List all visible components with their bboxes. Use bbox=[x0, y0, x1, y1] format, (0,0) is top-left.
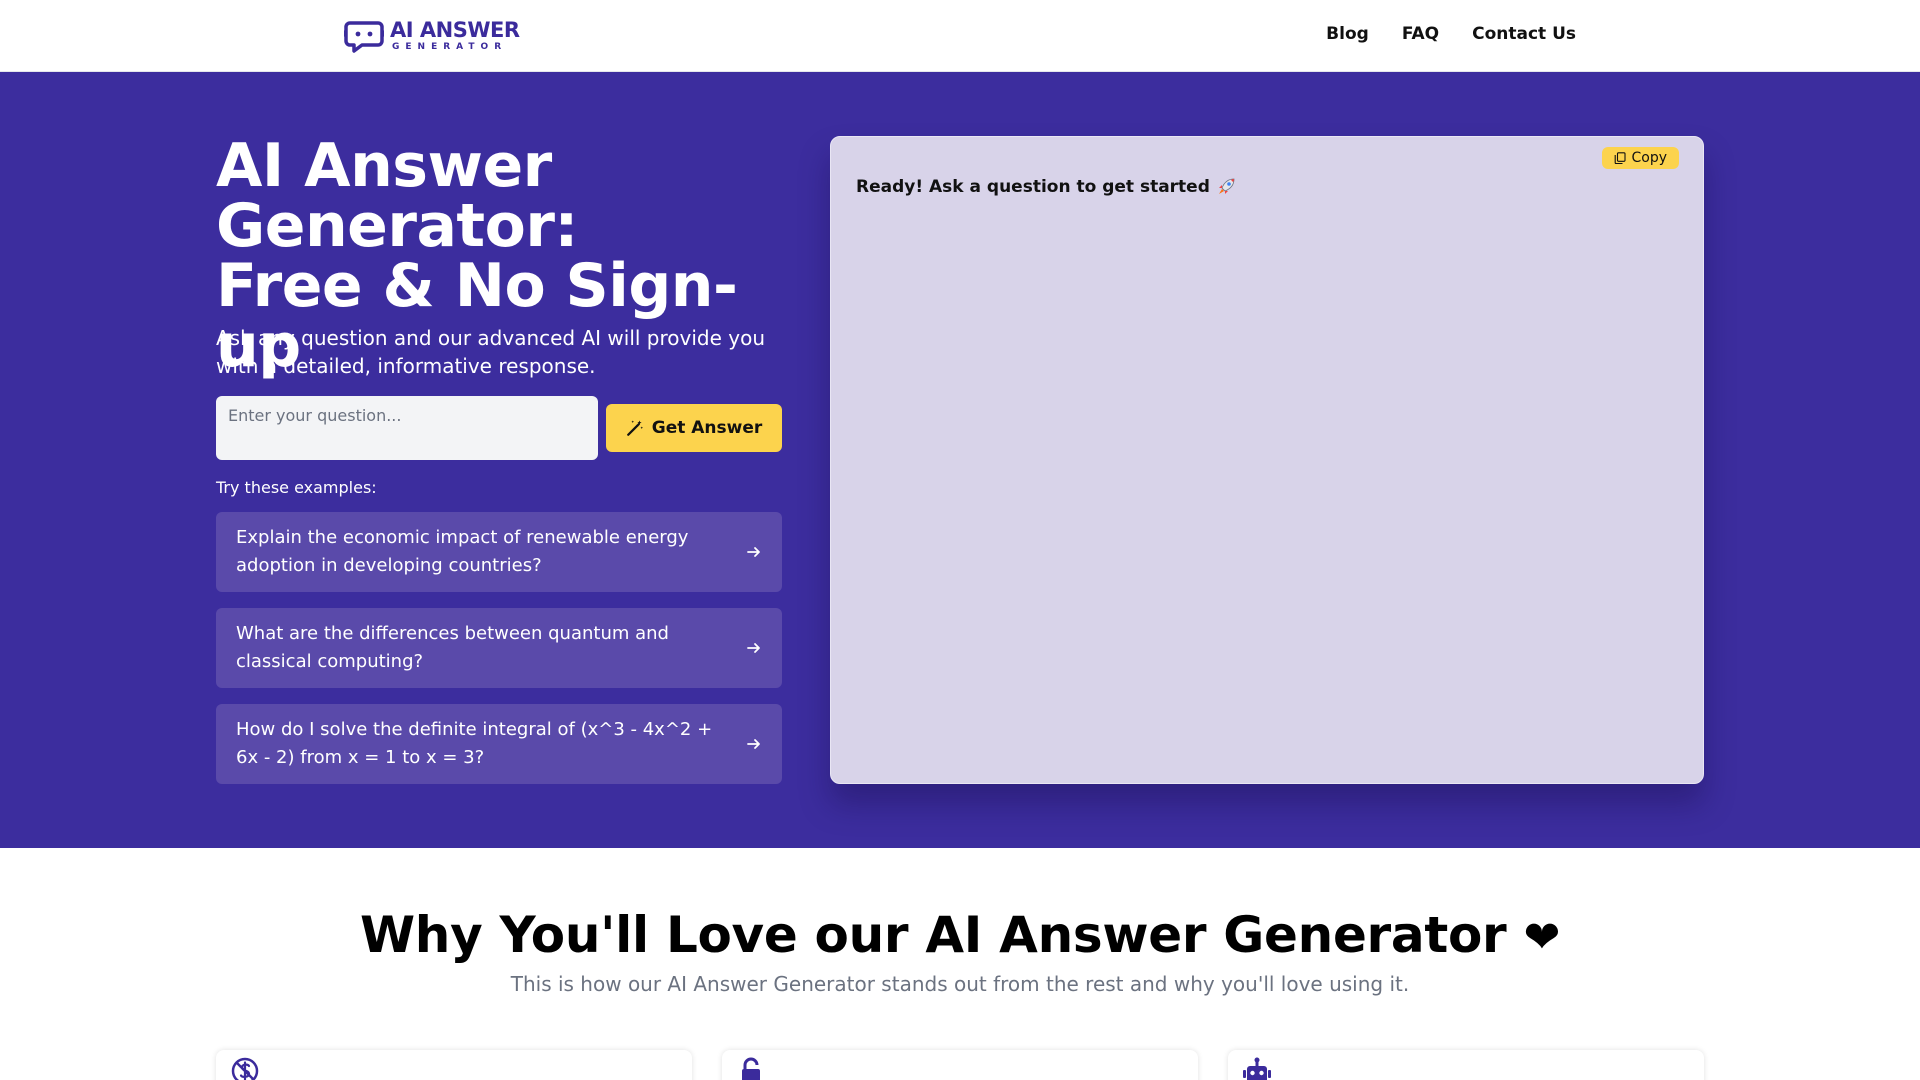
site-header: AI ANSWER GENERATOR Blog FAQ Contact Us bbox=[0, 0, 1920, 72]
get-answer-button[interactable]: Get Answer bbox=[606, 404, 782, 452]
no-dollar-icon bbox=[231, 1057, 259, 1080]
get-answer-label: Get Answer bbox=[651, 418, 763, 438]
robot-icon bbox=[1243, 1057, 1271, 1080]
title-line-1: AI Answer bbox=[216, 131, 552, 201]
example-text: Explain the economic impact of renewable… bbox=[236, 527, 689, 576]
hero-section: AI Answer Generator: Free & No Sign-up A… bbox=[0, 72, 1920, 848]
try-examples-label: Try these examples: bbox=[216, 478, 377, 497]
feature-card bbox=[1228, 1050, 1704, 1080]
copy-icon bbox=[1615, 152, 1627, 164]
arrow-right-icon bbox=[747, 643, 760, 653]
question-input[interactable] bbox=[216, 396, 598, 460]
magic-wand-icon bbox=[626, 420, 643, 436]
chat-bubble-logo-icon bbox=[344, 21, 384, 53]
answer-panel: Copy Ready! Ask a question to get starte… bbox=[830, 136, 1704, 784]
arrow-right-icon bbox=[747, 547, 760, 557]
feature-card bbox=[722, 1050, 1198, 1080]
example-question[interactable]: How do I solve the definite integral of … bbox=[216, 704, 782, 784]
answer-status: Ready! Ask a question to get started bbox=[856, 177, 1236, 197]
example-question[interactable]: Explain the economic impact of renewable… bbox=[216, 512, 782, 592]
features-title-text: Why You'll Love our AI Answer Generator bbox=[359, 906, 1507, 964]
example-text: How do I solve the definite integral of … bbox=[236, 719, 713, 768]
nav-faq[interactable]: FAQ bbox=[1402, 24, 1439, 44]
logo-line1: AI ANSWER bbox=[390, 18, 520, 42]
rocket-icon bbox=[1218, 178, 1235, 194]
main-nav: Blog FAQ Contact Us bbox=[1326, 24, 1576, 44]
nav-contact-us[interactable]: Contact Us bbox=[1472, 24, 1576, 44]
features-title: Why You'll Love our AI Answer Generator … bbox=[0, 906, 1920, 964]
logo[interactable]: AI ANSWER GENERATOR bbox=[344, 18, 520, 54]
unlock-icon bbox=[742, 1057, 760, 1080]
status-text: Ready! Ask a question to get started bbox=[856, 177, 1210, 197]
examples-list: Explain the economic impact of renewable… bbox=[216, 512, 782, 800]
example-text: What are the differences between quantum… bbox=[236, 623, 669, 672]
copy-button[interactable]: Copy bbox=[1602, 147, 1679, 169]
title-line-2: Generator: bbox=[216, 191, 578, 261]
example-question[interactable]: What are the differences between quantum… bbox=[216, 608, 782, 688]
logo-line2: GENERATOR bbox=[392, 42, 508, 52]
features-subtitle: This is how our AI Answer Generator stan… bbox=[510, 972, 1410, 996]
logo-text: AI ANSWER GENERATOR bbox=[390, 20, 520, 52]
nav-blog[interactable]: Blog bbox=[1326, 24, 1369, 44]
hero-subtitle: Ask any question and our advanced AI wil… bbox=[216, 326, 766, 378]
feature-card bbox=[216, 1050, 692, 1080]
copy-label: Copy bbox=[1631, 150, 1667, 166]
arrow-right-icon bbox=[747, 739, 760, 749]
heart-icon: ❤ bbox=[1523, 912, 1561, 963]
